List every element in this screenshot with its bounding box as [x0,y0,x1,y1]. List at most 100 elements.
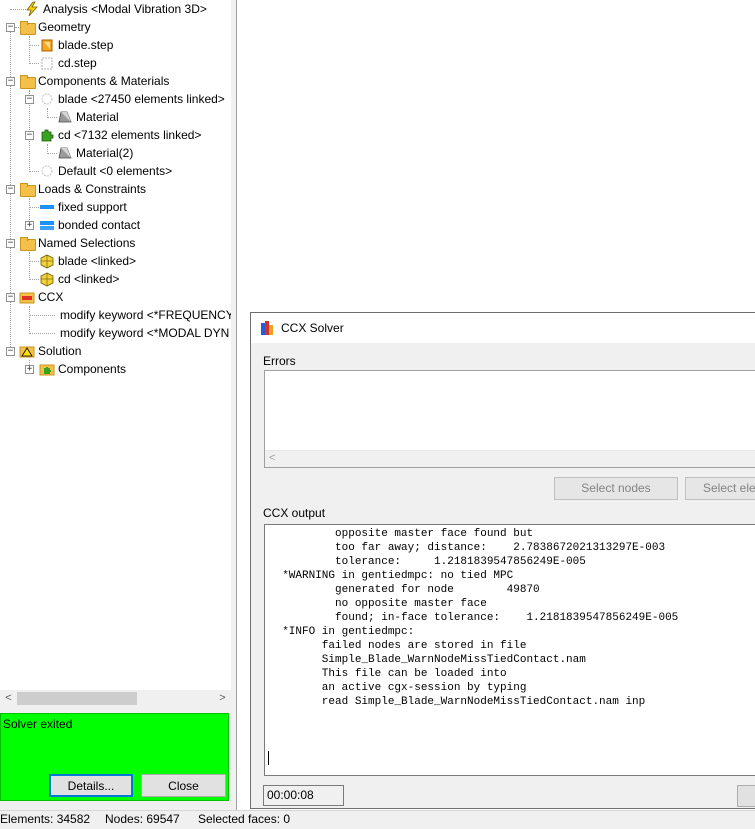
part-file-icon [39,37,55,53]
tree-line [29,306,30,334]
tree-item-components-materials[interactable]: Components & Materials [19,72,169,90]
select-nodes-button[interactable]: Select nodes [554,477,678,500]
tree-item-solution-components[interactable]: Components [39,360,126,378]
tree-line [29,45,39,46]
dialog-title: CCX Solver [281,321,344,335]
component-outline-icon [39,163,55,179]
tree-item-analysis[interactable]: Analysis <Modal Vibration 3D> [24,0,207,18]
tree-item-label: Default <0 elements> [58,164,173,178]
folder-components-icon [19,73,36,89]
errors-horizontal-scrollbar[interactable]: < [265,450,755,467]
tree-item-label: Loads & Constraints [38,182,147,196]
scroll-left-icon[interactable]: < [0,690,17,707]
tree-item-default-component[interactable]: Default <0 elements> [39,162,172,180]
tree-item-label: fixed support [58,200,127,214]
selection-cube-icon [39,253,55,269]
scroll-right-icon[interactable]: > [214,690,231,707]
tree-horizontal-scrollbar[interactable]: < > [0,690,231,707]
close-button[interactable]: Close [141,774,226,797]
tree-item-label: cd <linked> [58,272,120,286]
tree-item-label: cd.step [58,56,97,70]
warning-folder-icon [19,343,35,359]
tree-item-label: Components [58,362,127,376]
tree-line [29,333,55,334]
tree-item-bonded-contact[interactable]: bonded contact [39,216,140,234]
errors-list[interactable]: < [264,370,755,468]
part-file-outline-icon [39,55,55,71]
tree-item-label: Geometry [38,20,91,34]
expand-toggle[interactable]: + [25,221,34,230]
tree-item-fixed-support[interactable]: fixed support [39,198,127,216]
collapse-toggle[interactable]: − [25,95,34,104]
collapse-toggle[interactable]: − [6,23,15,32]
tree-item-material-2[interactable]: Material(2) [57,144,133,162]
collapse-toggle[interactable]: − [6,239,15,248]
tree-line [47,153,57,154]
ccx-folder-icon [19,289,35,305]
tree-line [29,36,30,64]
tree-item-label: modify keyword <*MODAL DYN [60,326,230,340]
tree-item-label: bonded contact [58,218,141,232]
collapse-toggle[interactable]: − [6,77,15,86]
tree-item-blade-component[interactable]: blade <27450 elements linked> [39,90,225,108]
tree-line [29,315,55,316]
elements-count: Elements: 34582 [0,812,91,826]
puzzle-piece-icon [39,127,55,143]
text-caret [268,751,269,765]
tree-item-blade-step[interactable]: blade.step [39,36,113,54]
scroll-left-icon[interactable]: < [269,452,275,464]
tree-item-solution[interactable]: Solution [19,342,81,360]
tree-item-label: blade.step [58,38,114,52]
scrollbar-thumb[interactable] [17,692,137,705]
contact-icon [39,217,55,233]
material-icon [57,109,73,125]
material-icon [57,145,73,161]
selection-cube-icon [39,271,55,287]
tree-line [29,171,39,172]
elapsed-time-field: 00:00:08 [263,785,344,806]
selected-faces-count: Selected faces: 0 [198,812,291,826]
ccx-app-icon [260,320,275,336]
fixed-support-icon [39,199,55,215]
tree-item-geometry[interactable]: Geometry [19,18,91,36]
folder-icon [19,19,36,35]
errors-label: Errors [263,354,296,368]
tree-item-modify-modal[interactable]: modify keyword <*MODAL DYN [57,324,229,342]
folder-selections-icon [19,235,36,251]
ccx-output-label: CCX output [263,506,326,520]
tree-item-label: Solution [38,344,82,358]
collapse-toggle[interactable]: − [6,185,15,194]
tree-item-material[interactable]: Material [57,108,119,126]
tree-item-cd-selection[interactable]: cd <linked> [39,270,119,288]
tree-item-blade-selection[interactable]: blade <linked> [39,252,136,270]
expand-toggle[interactable]: + [25,365,34,374]
tree-item-modify-frequency[interactable]: modify keyword <*FREQUENCY, [57,306,231,324]
ccx-output-textarea[interactable]: opposite master face found but too far a… [264,524,755,776]
collapse-toggle[interactable]: − [6,293,15,302]
tree-item-label: blade <27450 elements linked> [58,92,225,106]
tree-item-cd-step[interactable]: cd.step [39,54,97,72]
folder-components-icon [39,361,55,377]
nodes-count: Nodes: 69547 [105,812,180,826]
dialog-titlebar[interactable]: CCX Solver [251,313,755,343]
collapse-toggle[interactable]: − [25,131,34,140]
ccx-output-text: opposite master face found but too far a… [282,528,679,708]
model-tree[interactable]: Analysis <Modal Vibration 3D> − Geometry… [0,0,231,690]
folder-loads-icon [19,181,36,197]
details-button[interactable]: Details... [49,774,133,797]
tree-item-label: modify keyword <*FREQUENCY, [60,308,231,322]
tree-line [47,117,57,118]
select-elements-button[interactable]: Select ele [685,477,755,500]
tree-item-label: Material(2) [76,146,134,160]
tree-item-label: Components & Materials [38,74,170,88]
tree-item-loads-constraints[interactable]: Loads & Constraints [19,180,146,198]
collapse-toggle[interactable]: − [6,347,15,356]
tree-item-named-selections[interactable]: Named Selections [19,234,135,252]
tree-item-ccx[interactable]: CCX [19,288,63,306]
tree-item-cd-component[interactable]: cd <7132 elements linked> [39,126,201,144]
tree-line [29,279,39,280]
component-outline-icon [39,91,55,107]
status-bar: Elements: 34582 Nodes: 69547 Selected fa… [0,810,755,829]
dialog-action-button[interactable] [737,785,755,807]
ccx-solver-dialog[interactable]: CCX Solver Errors < Select nodes Select … [250,312,755,809]
